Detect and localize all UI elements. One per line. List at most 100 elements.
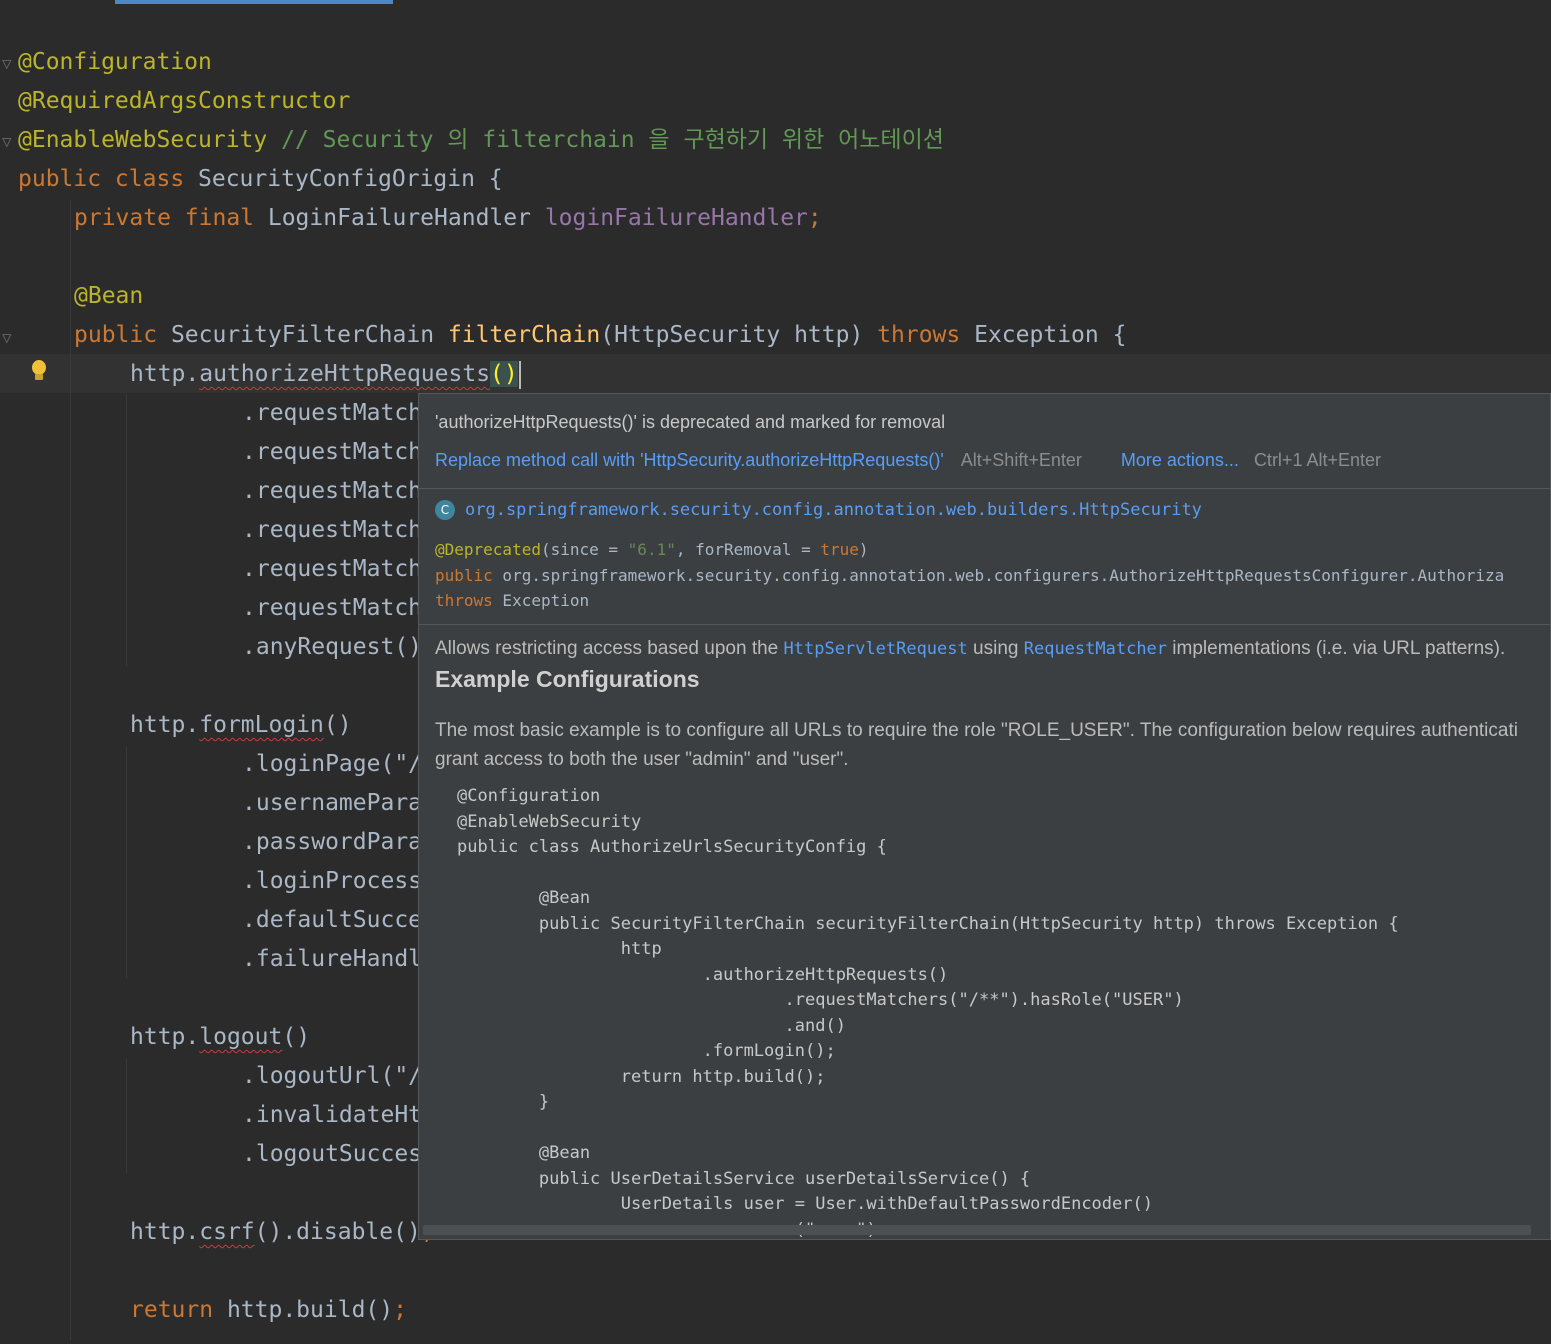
quick-doc-popup[interactable]: 'authorizeHttpRequests()' is deprecated … — [418, 393, 1551, 1240]
divider — [419, 624, 1550, 625]
code-line: .logoutSucces — [242, 1141, 423, 1167]
parens: () — [323, 712, 352, 738]
call-chain: ().disable() — [254, 1219, 421, 1245]
indent-guide — [126, 1058, 127, 1173]
code-line: http.csrf().disable(); — [130, 1213, 435, 1252]
keyword: throws — [877, 322, 961, 348]
code-text: Exception — [492, 591, 590, 610]
deprecated-method[interactable]: logout — [199, 1024, 282, 1050]
code-line: .requestMatch — [242, 517, 423, 543]
semicolon: ; — [807, 205, 822, 231]
code-line: http — [457, 939, 662, 959]
code-line: @Bean — [74, 283, 144, 309]
code-line: @EnableWebSecurity // Security 의 filterc… — [18, 121, 944, 160]
indent-guide — [126, 394, 127, 666]
code-text: ) — [858, 540, 869, 559]
code-line: public class SecurityConfigOrigin { — [18, 160, 503, 199]
code-line: .requestMatchers("/**").hasRole("USER") — [457, 990, 1184, 1010]
horizontal-scrollbar[interactable] — [423, 1225, 1531, 1235]
indent-guide — [70, 200, 71, 1340]
code-text: .loginPage("/ — [242, 751, 423, 777]
code-line: .defaultSucce — [242, 907, 423, 933]
signature-line: throws Exception — [435, 591, 589, 610]
code-line: public UserDetailsService userDetailsSer… — [457, 1168, 1031, 1189]
keyword: private final — [74, 205, 255, 231]
type-name: SecurityFilterChain — [157, 322, 448, 348]
fix-shortcut: Alt+Shift+Enter — [960, 450, 1082, 470]
code-text: http.build() — [213, 1297, 394, 1323]
code-line: @Bean — [457, 1143, 591, 1163]
object-ref: http. — [130, 361, 200, 387]
inspection-message: 'authorizeHttpRequests()' is deprecated … — [435, 412, 946, 432]
indent-guide — [126, 746, 127, 978]
deprecated-method[interactable]: authorizeHttpRequests — [199, 361, 490, 387]
paragraph: The most basic example is to configure a… — [435, 720, 1518, 741]
deprecated-method[interactable]: formLogin — [199, 712, 324, 738]
code-line: .requestMatch — [242, 400, 423, 426]
code-line: private final LoginFailureHandler loginF… — [74, 199, 822, 238]
requestmatcher-link[interactable]: RequestMatcher — [1024, 639, 1167, 659]
code-line: ​ — [457, 861, 1399, 887]
lightbulb-icon[interactable] — [30, 360, 50, 386]
code-line: .logoutUrl("/ — [242, 1063, 423, 1089]
code-line: .anyRequest() — [242, 634, 423, 660]
section-heading: Example Configurations — [435, 666, 700, 692]
description-text: Allows restricting access based upon the — [435, 638, 784, 659]
quick-fix-row: Replace method call with 'HttpSecurity.a… — [435, 450, 1381, 471]
code-line: .formLogin(); — [457, 1041, 836, 1061]
code-line: http.logout() — [130, 1018, 310, 1057]
code-line: public SecurityFilterChain securityFilte… — [457, 913, 1399, 934]
httpservletrequest-link[interactable]: HttpServletRequest — [784, 639, 968, 659]
class-icon: C — [435, 500, 455, 520]
keyword: throws — [435, 591, 493, 610]
deprecated-method[interactable]: csrf — [199, 1219, 254, 1245]
code-line: public class AuthorizeUrlsSecurityConfig… — [457, 837, 887, 857]
fold-marker-icon[interactable]: ▽ — [2, 56, 12, 72]
code-line: @Configuration — [457, 786, 601, 806]
object-ref: http. — [130, 1219, 200, 1245]
annotation: @Deprecated — [435, 540, 541, 559]
keyword: public — [74, 322, 158, 348]
more-actions-link[interactable]: More actions... — [1121, 450, 1239, 470]
field-name: loginFailureHandler — [544, 205, 808, 231]
code-line: http.formLogin() — [130, 706, 352, 745]
object-ref: http. — [130, 712, 200, 738]
code-line: } — [457, 1092, 550, 1112]
exception: Exception { — [960, 322, 1127, 348]
code-line: @EnableWebSecurity — [457, 811, 642, 832]
code-text: , forRemoval = — [675, 540, 821, 559]
text-caret — [518, 360, 521, 389]
code-line: @Configuration — [18, 49, 212, 75]
code-line: .usernamePara — [242, 790, 423, 816]
paragraph: grant access to both the user "admin" an… — [435, 749, 849, 770]
code-line-current[interactable]: http.authorizeHttpRequests() — [130, 355, 521, 394]
object-ref: http. — [130, 1024, 200, 1050]
matched-parens: () — [490, 361, 518, 387]
code-text: (since = — [540, 540, 628, 559]
code-line: .passwordPara — [242, 829, 423, 855]
code-line: @Bean — [457, 888, 591, 908]
code-line: .requestMatch — [242, 439, 423, 465]
method-name: filterChain — [447, 322, 601, 348]
annotation: @EnableWebSecurity — [18, 127, 268, 153]
code-line: .failureHandl — [242, 946, 423, 972]
more-actions-shortcut: Ctrl+1 Alt+Enter — [1253, 450, 1382, 470]
keyword: public — [435, 566, 493, 585]
params: (HttpSecurity http) — [600, 322, 878, 348]
parens: () — [282, 1024, 311, 1050]
code-line: .requestMatch — [242, 478, 423, 504]
code-line: UserDetails user = User.withDefaultPassw… — [457, 1194, 1153, 1214]
type-name: LoginFailureHandler — [254, 205, 545, 231]
class-reference[interactable]: Corg.springframework.security.config.ann… — [435, 500, 1202, 520]
code-line: .requestMatch — [242, 556, 423, 582]
code-line: ​ — [457, 1116, 1399, 1142]
fold-marker-icon[interactable]: ▽ — [2, 134, 12, 150]
comment: // Security 의 filterchain 을 구현하기 위한 어노테이… — [267, 127, 944, 153]
signature-line: @Deprecated(since = "6.1", forRemoval = … — [435, 540, 869, 559]
code-line: return http.build(); — [457, 1066, 826, 1087]
code-line: .invalidateHt — [242, 1102, 423, 1128]
class-name-link[interactable]: org.springframework.security.config.anno… — [465, 500, 1202, 520]
active-tab-indicator — [115, 0, 393, 4]
replace-method-call-link[interactable]: Replace method call with 'HttpSecurity.a… — [435, 450, 944, 470]
fold-marker-icon[interactable]: ▽ — [2, 330, 12, 346]
